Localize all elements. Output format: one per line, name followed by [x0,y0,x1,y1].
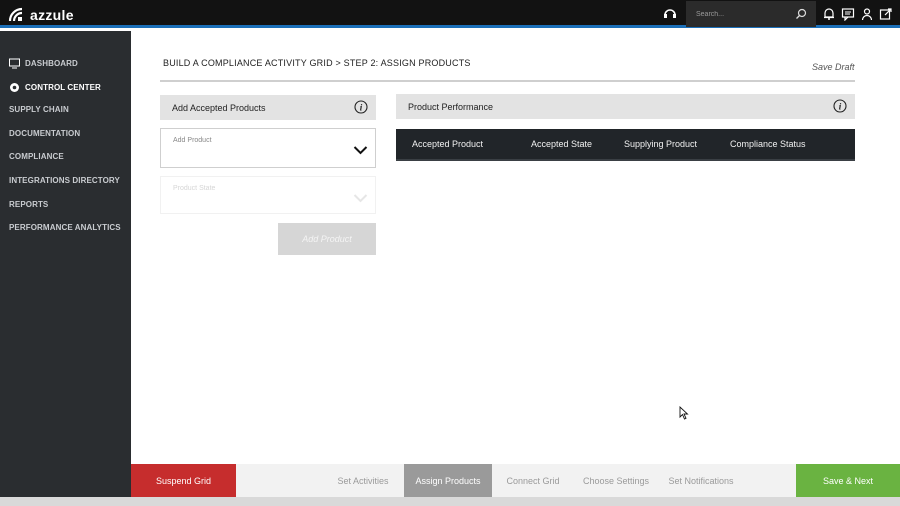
step-choose-settings[interactable]: Choose Settings [576,464,656,497]
sidebar-item-label: PERFORMANCE ANALYTICS [9,223,121,232]
chevron-down-icon [353,146,368,155]
title-divider [160,80,855,82]
sidebar-item-compliance[interactable]: COMPLIANCE [9,152,64,161]
user-icon[interactable] [860,7,874,21]
sidebar-item-label: DASHBOARD [25,59,78,68]
info-icon[interactable]: i [354,100,368,114]
chevron-down-icon [353,194,368,203]
sidebar-item-label: COMPLIANCE [9,152,64,161]
search-input[interactable] [696,7,791,21]
brand-name: azzule [30,7,74,23]
panel-title: Add Accepted Products [172,102,266,113]
product-performance-header: Product Performance i [396,94,855,119]
wizard-footer: Suspend Grid Set Activities Assign Produ… [131,464,900,497]
add-accepted-products-header: Add Accepted Products i [160,95,376,120]
headset-icon[interactable] [662,6,678,22]
svg-text:i: i [839,102,842,112]
sidebar-item-supply-chain[interactable]: SUPPLY CHAIN [9,105,69,114]
sidebar-item-dashboard[interactable]: DASHBOARD [9,58,78,69]
svg-text:i: i [360,103,363,113]
column-header-compliance-status[interactable]: Compliance Status [730,139,806,149]
sidebar: DASHBOARD CONTROL CENTER SUPPLY CHAIN DO… [0,31,131,506]
chat-icon[interactable] [841,7,855,21]
sidebar-item-reports[interactable]: REPORTS [9,200,48,209]
sidebar-item-label: CONTROL CENTER [25,83,101,92]
window-bottom-strip [0,497,900,506]
suspend-grid-button[interactable]: Suspend Grid [131,464,236,497]
sidebar-item-control-center[interactable]: CONTROL CENTER [9,82,101,93]
gear-icon [10,83,19,92]
search-icon[interactable] [795,8,807,20]
add-product-select[interactable]: Add Product [160,128,376,168]
top-bar: azzule [0,0,900,28]
add-product-label: Add Product [173,137,212,144]
azzule-logo-icon [8,7,23,22]
monitor-icon [9,58,20,69]
column-header-supplying-product[interactable]: Supplying Product [624,139,697,149]
sidebar-item-label: SUPPLY CHAIN [9,105,69,114]
product-state-select[interactable]: Product State [160,176,376,214]
sidebar-item-performance-analytics[interactable]: PERFORMANCE ANALYTICS [9,223,121,232]
step-set-activities[interactable]: Set Activities [328,464,398,497]
sidebar-item-documentation[interactable]: DOCUMENTATION [9,129,80,138]
logout-icon[interactable] [879,7,893,21]
sidebar-item-integrations-directory[interactable]: INTEGRATIONS DIRECTORY [9,176,120,185]
sidebar-item-label: DOCUMENTATION [9,129,81,138]
save-draft-link[interactable]: Save Draft [812,62,855,72]
sidebar-item-label: REPORTS [9,200,49,209]
bell-icon[interactable] [822,7,836,21]
step-assign-products[interactable]: Assign Products [404,464,492,497]
breadcrumb: BUILD A COMPLIANCE ACTIVITY GRID > STEP … [163,58,471,68]
panel-title: Product Performance [408,101,494,112]
product-state-label: Product State [173,185,216,192]
step-connect-grid[interactable]: Connect Grid [498,464,568,497]
top-icon-group [822,7,893,21]
product-table-header: Accepted Product Accepted State Supplyin… [396,129,855,161]
add-product-button[interactable]: Add Product [278,223,376,255]
brand-logo[interactable]: azzule [8,5,74,25]
step-set-notifications[interactable]: Set Notifications [661,464,741,497]
mouse-cursor-icon [679,406,689,420]
search-box [686,1,816,27]
column-header-accepted-product[interactable]: Accepted Product [412,139,483,149]
sidebar-item-label: INTEGRATIONS DIRECTORY [9,176,120,185]
column-header-accepted-state[interactable]: Accepted State [531,139,592,149]
info-icon[interactable]: i [833,99,847,113]
main-content: BUILD A COMPLIANCE ACTIVITY GRID > STEP … [131,31,900,464]
save-and-next-button[interactable]: Save & Next [796,464,900,497]
